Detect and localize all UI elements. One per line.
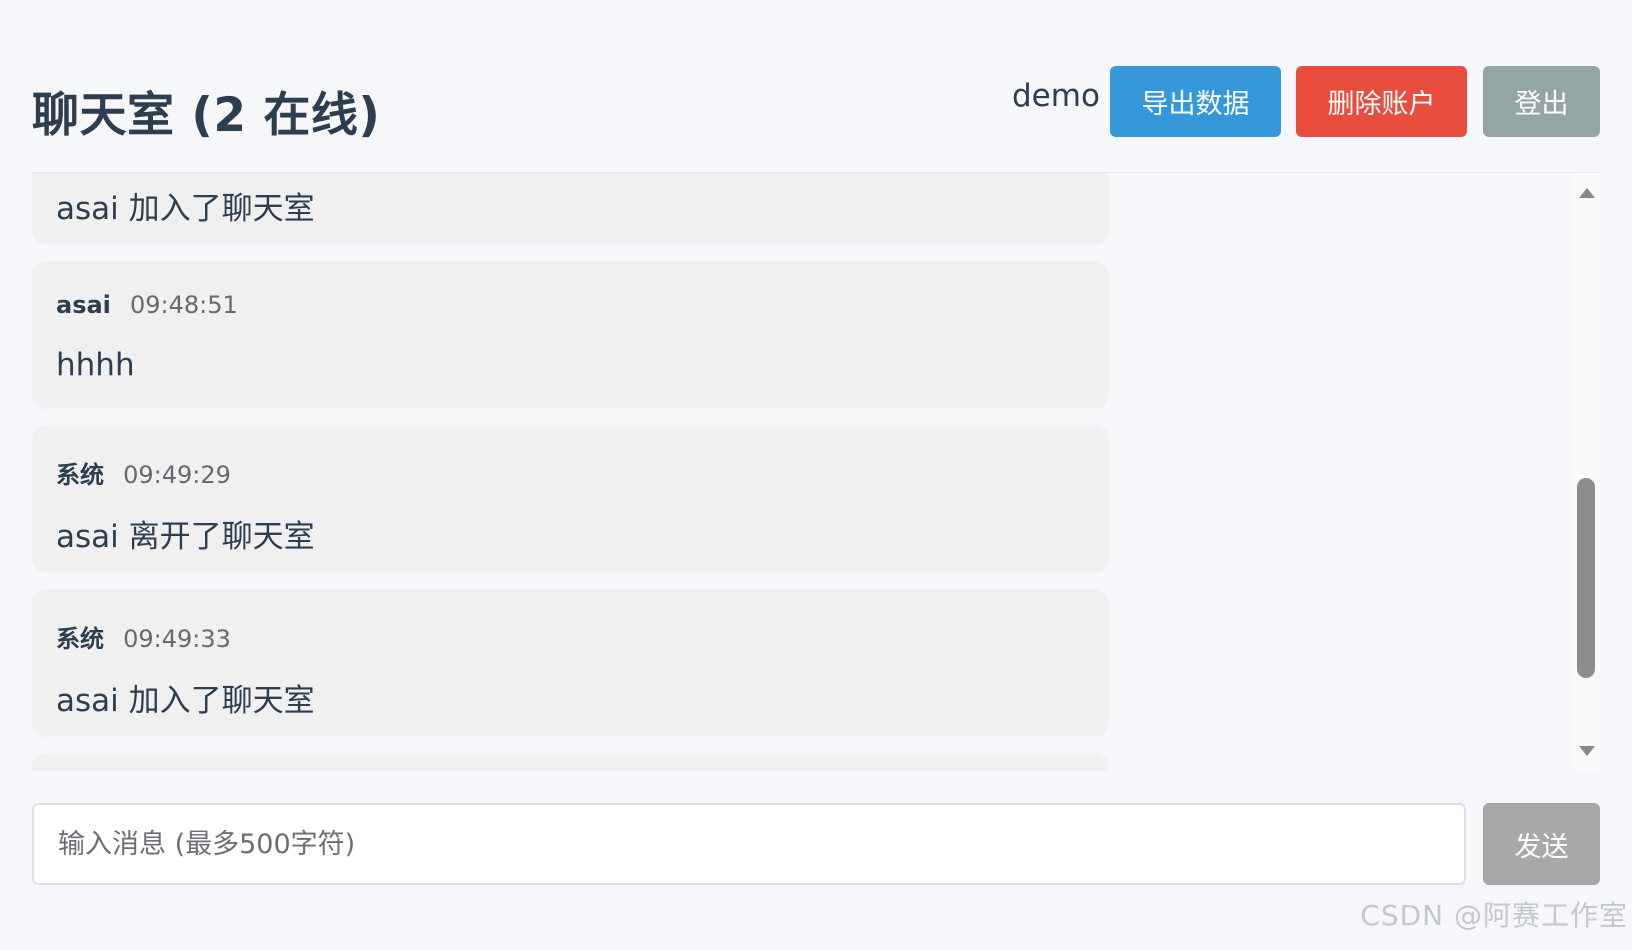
message-item: asai 09:48:51 hhhh — [32, 261, 1109, 409]
message-item — [32, 753, 1109, 771]
current-username: demo — [1012, 78, 1100, 114]
page-title: 聊天室 (2 在线) — [32, 88, 381, 143]
chat-header: 聊天室 (2 在线) demo 导出数据 删除账户 登出 — [32, 56, 1600, 173]
export-data-button[interactable]: 导出数据 — [1110, 66, 1281, 137]
message-time: 09:49:29 — [123, 461, 231, 489]
message-list[interactable]: asai 加入了聊天室 asai 09:48:51 hhhh 系统 09:49:… — [32, 173, 1600, 771]
message-scrollbar[interactable] — [1572, 173, 1600, 771]
message-text: asai 加入了聊天室 — [56, 683, 315, 719]
message-sender: asai — [56, 291, 111, 319]
message-text: hhhh — [56, 347, 135, 383]
composer: 发送 — [32, 803, 1600, 885]
csdn-watermark: CSDN @阿赛工作室 — [1360, 899, 1628, 932]
scroll-down-arrow-icon[interactable] — [1579, 746, 1595, 756]
logout-button[interactable]: 登出 — [1483, 66, 1600, 137]
message-meta: 系统 09:49:33 — [56, 619, 231, 654]
message-time: 09:49:33 — [123, 625, 231, 653]
scrollbar-thumb[interactable] — [1577, 478, 1595, 678]
message-time: 09:48:51 — [130, 291, 238, 319]
scroll-up-arrow-icon[interactable] — [1579, 188, 1595, 198]
message-input[interactable] — [32, 803, 1466, 885]
message-text: asai 加入了聊天室 — [56, 191, 315, 227]
delete-account-button[interactable]: 删除账户 — [1296, 66, 1467, 137]
chat-app: 聊天室 (2 在线) demo 导出数据 删除账户 登出 asai 加入了聊天室… — [0, 0, 1632, 950]
message-item: 系统 09:49:29 asai 离开了聊天室 — [32, 425, 1109, 573]
message-meta: 系统 09:49:29 — [56, 455, 231, 490]
message-item: 系统 09:49:33 asai 加入了聊天室 — [32, 589, 1109, 737]
message-meta: asai 09:48:51 — [56, 291, 238, 319]
message-text: asai 离开了聊天室 — [56, 519, 315, 555]
send-button[interactable]: 发送 — [1483, 803, 1600, 885]
message-sender: 系统 — [56, 461, 104, 489]
message-item: asai 加入了聊天室 — [32, 173, 1109, 245]
message-sender: 系统 — [56, 625, 104, 653]
